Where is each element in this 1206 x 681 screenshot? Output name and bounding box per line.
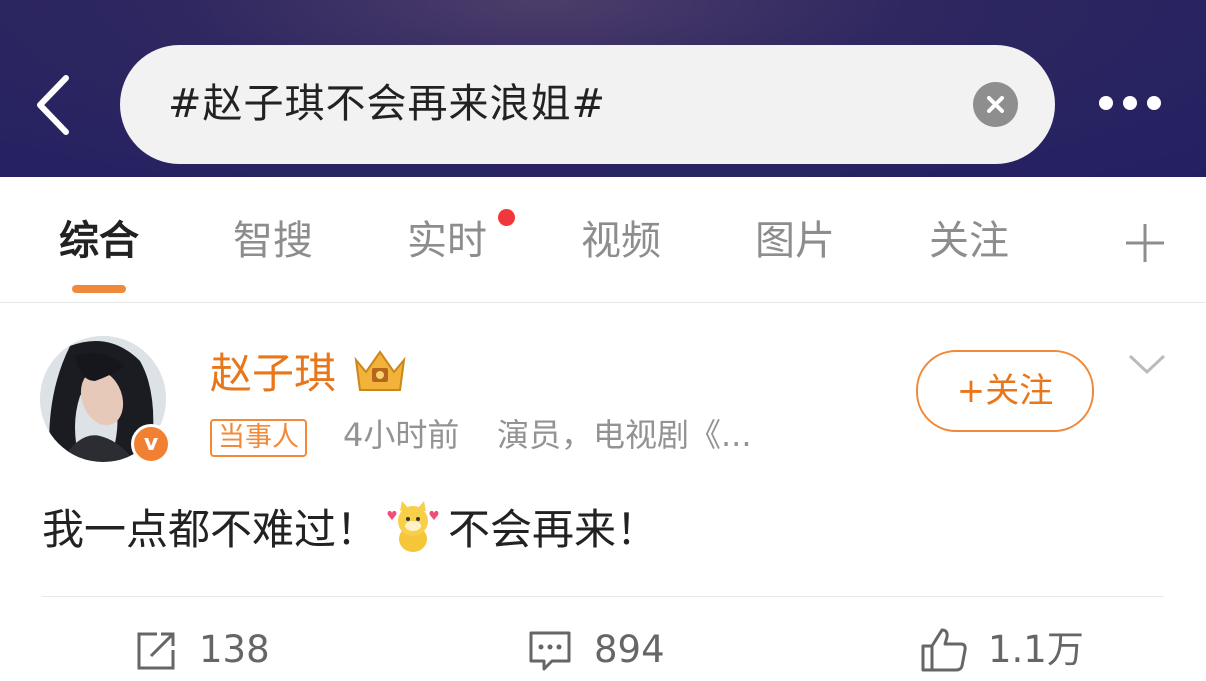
divider <box>42 596 1164 597</box>
follow-button[interactable]: +关注 <box>916 350 1094 432</box>
tab-images[interactable]: 图片 <box>735 213 855 269</box>
cheering-dog-emoji-icon <box>384 499 442 555</box>
comment-button[interactable]: 894 <box>528 622 678 678</box>
add-tab-button[interactable] <box>1122 220 1168 266</box>
search-query[interactable]: #赵子琪不会再来浪姐# <box>168 45 606 164</box>
header-bar: #赵子琪不会再来浪姐# <box>0 0 1206 177</box>
tab-following[interactable]: 关注 <box>909 213 1029 269</box>
verified-icon: v <box>131 424 171 464</box>
more-dots-icon <box>1099 96 1113 110</box>
tab-video[interactable]: 视频 <box>561 213 681 269</box>
participant-badge: 当事人 <box>210 419 307 457</box>
plus-icon <box>1126 224 1164 262</box>
tab-bar: 综合 智搜 实时 视频 图片 关注 <box>0 177 1206 303</box>
tab-realtime[interactable]: 实时 <box>387 213 507 269</box>
post-text-part1: 我一点都不难过！ <box>42 505 379 554</box>
active-tab-indicator <box>72 285 126 293</box>
like-count: 1.1万 <box>988 628 1084 671</box>
close-icon <box>987 96 1004 113</box>
chevron-down-icon <box>1128 354 1166 375</box>
search-input[interactable]: #赵子琪不会再来浪姐# <box>120 45 1055 164</box>
clear-search-button[interactable] <box>973 82 1018 127</box>
thumbs-up-icon <box>921 628 967 672</box>
back-button[interactable] <box>22 70 82 140</box>
tab-general[interactable]: 综合 <box>39 213 159 269</box>
notification-dot <box>498 209 515 226</box>
author-name[interactable]: 赵子琪 <box>210 346 336 402</box>
author-bio: 演员，电视剧《... <box>497 416 752 454</box>
avatar[interactable]: v <box>40 336 171 466</box>
comment-count: 894 <box>594 628 665 671</box>
post-text-part2: 不会再来！ <box>448 505 659 554</box>
more-options-button[interactable] <box>1094 90 1170 120</box>
post-content: 我一点都不难过！ 不会再来！ <box>42 500 658 561</box>
comment-icon <box>529 631 571 671</box>
post-menu-button[interactable] <box>1126 348 1168 378</box>
post-time: 4小时前 <box>343 416 460 454</box>
repost-count: 138 <box>199 628 270 671</box>
repost-button[interactable]: 138 <box>135 622 275 678</box>
like-button[interactable]: 1.1万 <box>920 622 1090 678</box>
repost-icon <box>137 632 175 670</box>
chevron-left-icon <box>37 75 69 135</box>
crown-icon <box>354 350 406 391</box>
tab-smart-search[interactable]: 智搜 <box>213 213 333 269</box>
